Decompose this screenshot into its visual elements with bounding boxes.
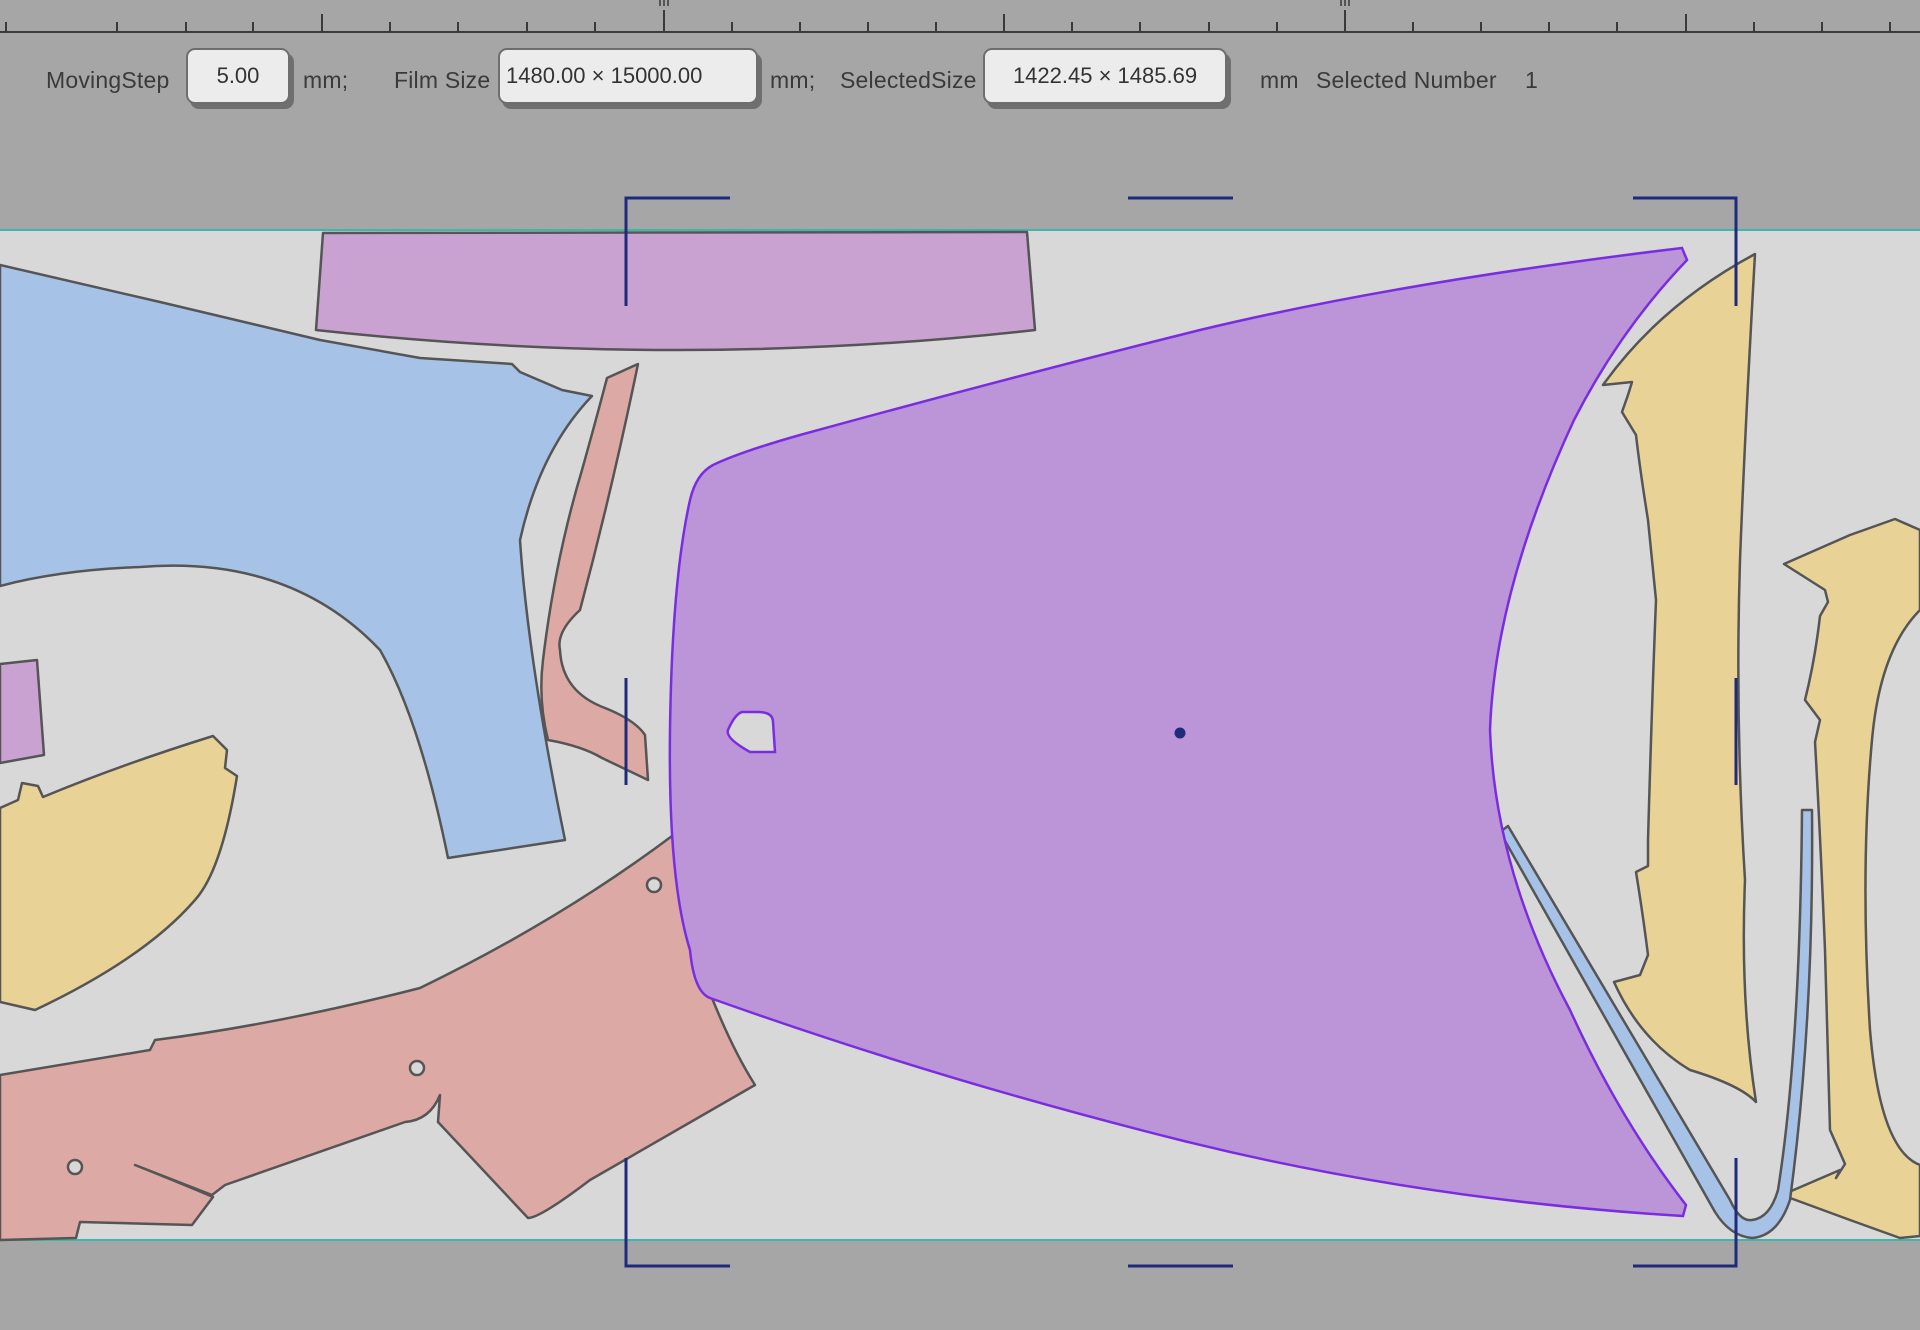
pattern-piece-pink-small[interactable] — [0, 658, 46, 765]
nesting-canvas[interactable] — [0, 0, 1920, 1330]
crosshair-dot-icon — [1174, 727, 1186, 739]
drill-hole — [66, 1158, 84, 1176]
pattern-piece-pink-strip[interactable] — [314, 230, 1037, 352]
drill-hole — [408, 1059, 426, 1077]
drill-hole — [645, 876, 663, 894]
